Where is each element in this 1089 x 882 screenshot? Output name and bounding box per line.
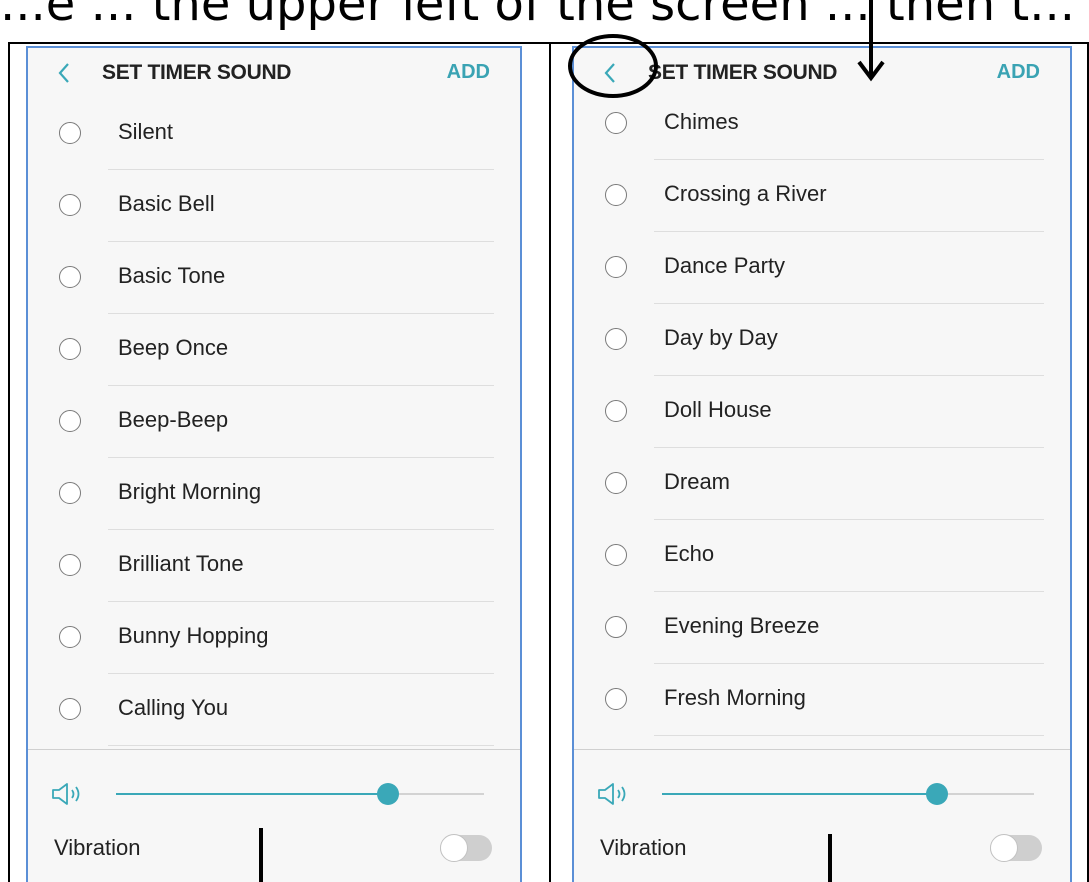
- vibration-row: Vibration: [28, 830, 520, 882]
- radio-button[interactable]: [605, 688, 627, 710]
- sound-option-label: Basic Bell: [118, 191, 215, 216]
- sound-option-label: Brilliant Tone: [118, 551, 244, 576]
- speaker-icon: [598, 783, 626, 805]
- sound-option-dance-party[interactable]: Dance Party: [574, 232, 1070, 304]
- radio-button[interactable]: [605, 328, 627, 350]
- radio-button[interactable]: [59, 482, 81, 504]
- instruction-caption: ...e ... the upper left of the screen ..…: [0, 0, 1075, 32]
- radio-button[interactable]: [605, 544, 627, 566]
- sound-option-basic-tone[interactable]: Basic Tone: [28, 242, 520, 314]
- page-title: SET TIMER SOUND: [648, 61, 838, 84]
- add-button[interactable]: ADD: [997, 61, 1040, 84]
- sound-option-crossing-a-river[interactable]: Crossing a River: [574, 160, 1070, 232]
- sound-option-doll-house[interactable]: Doll House: [574, 376, 1070, 448]
- sound-option-label: Echo: [664, 541, 715, 566]
- radio-button[interactable]: [59, 698, 81, 720]
- annotation-line: [259, 828, 263, 882]
- header: SET TIMER SOUND ADD: [28, 48, 520, 98]
- annotation-line: [828, 834, 832, 882]
- radio-button[interactable]: [59, 266, 81, 288]
- sound-option-beep-once[interactable]: Beep Once: [28, 314, 520, 386]
- radio-button[interactable]: [59, 194, 81, 216]
- toggle-knob: [440, 834, 468, 862]
- divider: [108, 745, 494, 746]
- document-table-divider: [549, 42, 551, 882]
- divider: [654, 735, 1044, 736]
- radio-button[interactable]: [605, 256, 627, 278]
- sound-list: Silent Basic Bell Basic Tone Beep Once B…: [28, 98, 520, 746]
- sound-option-label: Fresh Morning: [664, 685, 806, 710]
- sound-option-label: Beep-Beep: [118, 407, 229, 432]
- radio-button[interactable]: [605, 112, 627, 134]
- radio-button[interactable]: [605, 472, 627, 494]
- sound-option-beep-beep[interactable]: Beep-Beep: [28, 386, 520, 458]
- radio-button[interactable]: [59, 122, 81, 144]
- sound-option-label: Dream: [664, 469, 731, 494]
- volume-slider-thumb[interactable]: [926, 783, 949, 805]
- radio-button[interactable]: [605, 616, 627, 638]
- volume-slider[interactable]: [662, 783, 1034, 805]
- sound-option-silent[interactable]: Silent: [28, 98, 520, 170]
- sound-option-fresh-morning[interactable]: Fresh Morning: [574, 664, 1070, 736]
- sound-option-day-by-day[interactable]: Day by Day: [574, 304, 1070, 376]
- sound-settings-footer: Vibration: [28, 749, 520, 882]
- sound-option-label: Bright Morning: [118, 479, 262, 504]
- sound-settings-footer: Vibration: [574, 749, 1070, 882]
- sound-option-basic-bell[interactable]: Basic Bell: [28, 170, 520, 242]
- sound-option-label: Chimes: [664, 109, 739, 134]
- radio-button[interactable]: [59, 554, 81, 576]
- sound-option-label: Day by Day: [664, 325, 778, 350]
- volume-slider-thumb[interactable]: [377, 783, 400, 805]
- sound-option-echo[interactable]: Echo: [574, 520, 1070, 592]
- volume-row: [28, 750, 520, 830]
- vibration-label: Vibration: [600, 835, 687, 860]
- sound-option-label: Calling You: [118, 695, 229, 720]
- sound-list: Chimes Crossing a River Dance Party Day …: [574, 88, 1070, 736]
- sound-option-dream[interactable]: Dream: [574, 448, 1070, 520]
- radio-button[interactable]: [59, 626, 81, 648]
- vibration-toggle[interactable]: [990, 834, 1042, 862]
- chevron-left-icon: [58, 63, 69, 83]
- annotation-down-arrow-icon: [857, 0, 885, 82]
- vibration-row: Vibration: [574, 830, 1070, 882]
- vibration-toggle[interactable]: [440, 834, 492, 862]
- add-button[interactable]: ADD: [447, 61, 490, 84]
- radio-button[interactable]: [59, 410, 81, 432]
- right-timer-sound-screen: SET TIMER SOUND ADD Chimes Crossing a Ri…: [572, 46, 1072, 882]
- sound-option-label: Basic Tone: [118, 263, 226, 288]
- volume-slider[interactable]: [116, 783, 484, 805]
- sound-option-label: Doll House: [664, 397, 772, 422]
- sound-option-label: Bunny Hopping: [118, 623, 269, 648]
- speaker-icon: [52, 783, 80, 805]
- volume-slider-fill: [662, 793, 938, 795]
- sound-option-label: Dance Party: [664, 253, 786, 278]
- sound-option-evening-breeze[interactable]: Evening Breeze: [574, 592, 1070, 664]
- volume-row: [574, 750, 1070, 830]
- sound-option-chimes[interactable]: Chimes: [574, 88, 1070, 160]
- volume-slider-fill: [116, 793, 389, 795]
- sound-option-calling-you[interactable]: Calling You: [28, 674, 520, 746]
- radio-button[interactable]: [59, 338, 81, 360]
- sound-option-label: Silent: [118, 119, 174, 144]
- annotation-circle: [568, 34, 658, 98]
- sound-option-label: Crossing a River: [664, 181, 827, 206]
- vibration-label: Vibration: [54, 835, 141, 860]
- page-title: SET TIMER SOUND: [102, 61, 292, 84]
- sound-option-bunny-hopping[interactable]: Bunny Hopping: [28, 602, 520, 674]
- toggle-knob: [990, 834, 1018, 862]
- left-timer-sound-screen: SET TIMER SOUND ADD Silent Basic Bell Ba…: [26, 46, 522, 882]
- sound-option-label: Beep Once: [118, 335, 229, 360]
- radio-button[interactable]: [605, 184, 627, 206]
- back-button[interactable]: [50, 58, 78, 88]
- sound-option-bright-morning[interactable]: Bright Morning: [28, 458, 520, 530]
- sound-option-brilliant-tone[interactable]: Brilliant Tone: [28, 530, 520, 602]
- radio-button[interactable]: [605, 400, 627, 422]
- sound-option-label: Evening Breeze: [664, 613, 820, 638]
